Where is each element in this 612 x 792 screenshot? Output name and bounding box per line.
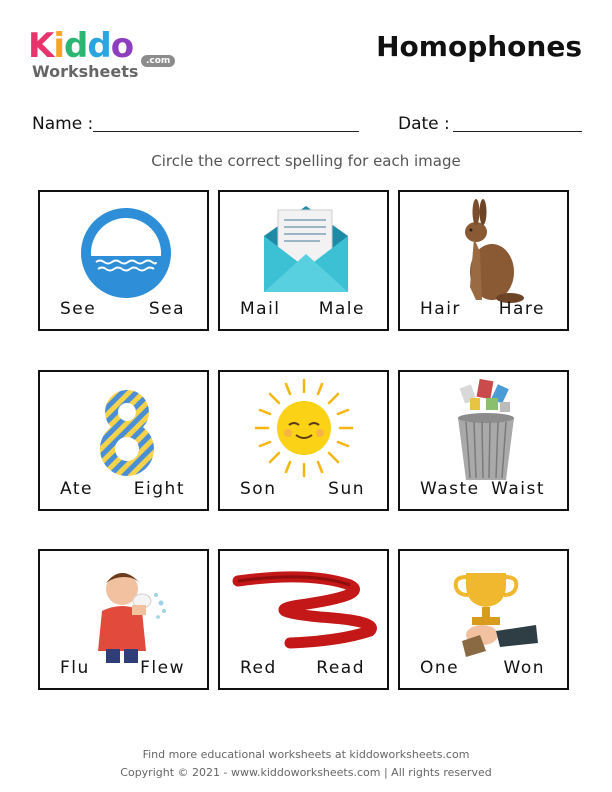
logo-com-badge: .com <box>141 55 176 67</box>
choice-left[interactable]: Waste <box>420 479 480 499</box>
choice-right[interactable]: Eight <box>134 479 185 499</box>
choice-right[interactable]: Sun <box>328 479 365 499</box>
choice-right[interactable]: Won <box>504 658 546 678</box>
card-eight: Ate Eight <box>38 370 209 511</box>
date-label: Date : <box>398 114 450 134</box>
date-field-line[interactable] <box>453 131 582 132</box>
footer-line-2: Copyright © 2021 - www.kiddoworksheets.c… <box>120 766 492 779</box>
choice-left[interactable]: One <box>420 658 459 678</box>
choice-left[interactable]: Hair <box>420 299 461 319</box>
choice-left[interactable]: Son <box>240 479 276 499</box>
name-field-line[interactable] <box>93 131 359 132</box>
choice-right[interactable]: Read <box>316 658 365 678</box>
choice-left[interactable]: Red <box>240 658 277 678</box>
logo-letter: K <box>28 26 54 66</box>
card-waste: Waste Waist <box>398 370 569 511</box>
card-sun: Son Sun <box>218 370 389 511</box>
choice-left[interactable]: Flu <box>60 658 90 678</box>
choice-right[interactable]: Male <box>319 299 365 319</box>
logo-letter: o <box>110 26 134 66</box>
choice-left[interactable]: See <box>60 299 96 319</box>
logo-letter: i <box>53 26 65 66</box>
choice-right[interactable]: Hare <box>499 299 545 319</box>
name-label: Name : <box>32 114 94 134</box>
choice-right[interactable]: Waist <box>491 479 545 499</box>
card-flu: Flu Flew <box>38 549 209 690</box>
logo-letter: d <box>64 26 88 66</box>
choice-left[interactable]: Mail <box>240 299 281 319</box>
page-title: Homophones <box>376 30 582 63</box>
footer-line-1: Find more educational worksheets at kidd… <box>142 748 470 761</box>
choice-left[interactable]: Ate <box>60 479 93 499</box>
logo-worksheets-text: Worksheets <box>32 62 139 81</box>
card-mail: Mail Male <box>218 190 389 331</box>
card-won: One Won <box>398 549 569 690</box>
instruction-text: Circle the correct spelling for each ima… <box>151 152 461 170</box>
choice-right[interactable]: Flew <box>140 658 185 678</box>
card-sea: See Sea <box>38 190 209 331</box>
logo-letter: d <box>87 26 111 66</box>
kiddo-logo: Kiddo Worksheets .com <box>28 26 178 86</box>
choice-right[interactable]: Sea <box>149 299 185 319</box>
logo-kiddo-wordmark: Kiddo <box>28 26 134 66</box>
card-red: Red Read <box>218 549 389 690</box>
card-hare: Hair Hare <box>398 190 569 331</box>
